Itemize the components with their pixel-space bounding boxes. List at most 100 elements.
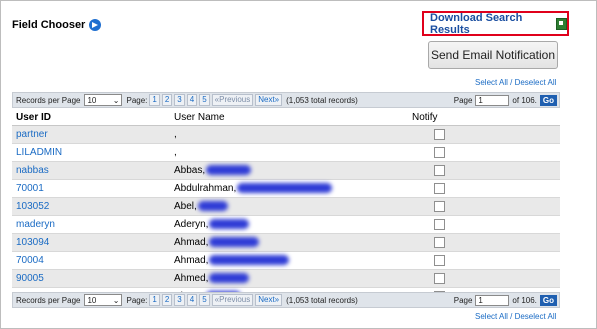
page-link-2[interactable]: 2 [161, 294, 173, 306]
select-all-link[interactable]: Select All [475, 78, 508, 87]
table-row: partner, [12, 125, 560, 144]
notify-cell [408, 197, 560, 216]
page-number-input[interactable]: 1 [475, 94, 510, 106]
page-link-2[interactable]: 2 [161, 94, 173, 106]
notify-cell [408, 269, 560, 288]
notify-checkbox[interactable] [433, 218, 445, 230]
column-user-name[interactable]: User Name [170, 110, 408, 126]
total-records: (1,053 total records) [286, 95, 358, 105]
user-name-text: Abdulrahman, [174, 183, 237, 194]
pager-top: Records per Page 10 ⌄ Page: 1 2 3 4 5 «P… [12, 92, 560, 108]
records-per-page-select[interactable]: 10 ⌄ [84, 94, 123, 106]
page-label: Page: [126, 295, 148, 305]
notify-cell [408, 143, 560, 162]
user-name-text: , [174, 129, 177, 140]
select-all-bottom: Select All / Deselect All [475, 312, 556, 321]
records-per-page-label: Records per Page [16, 295, 81, 305]
pager-bottom: Records per Page 10 ⌄ Page: 1 2 3 4 5 «P… [12, 292, 560, 308]
excel-icon[interactable] [556, 17, 567, 30]
user-id-link[interactable]: maderyn [12, 215, 170, 234]
next-link[interactable]: Next» [255, 294, 283, 306]
select-all-link[interactable]: Select All [475, 312, 508, 321]
column-user-id[interactable]: User ID [12, 110, 170, 126]
user-name-text: , [174, 147, 177, 158]
page-jump: Page 1 of 106. Go [453, 94, 559, 106]
page-link-5[interactable]: 5 [199, 294, 210, 306]
user-id-link[interactable]: 90005 [12, 269, 170, 288]
user-name-cell: Ahmad, [170, 251, 408, 270]
page-link-1[interactable]: 1 [149, 94, 160, 106]
field-chooser-label[interactable]: Field Chooser [12, 19, 85, 31]
notify-checkbox[interactable] [433, 254, 445, 266]
user-name-cell: , [170, 125, 408, 144]
go-button[interactable]: Go [539, 294, 557, 306]
user-name-cell: Abbas, [170, 161, 408, 180]
notify-cell [408, 125, 560, 144]
table-row: 70004 Ahmad, [12, 251, 560, 270]
notify-checkbox[interactable] [433, 200, 445, 212]
user-name-cell: Aderyn, [170, 215, 408, 234]
notify-checkbox[interactable] [433, 146, 445, 158]
notify-cell [408, 179, 560, 198]
user-id-link[interactable]: 103094 [12, 233, 170, 252]
notify-checkbox[interactable] [433, 182, 445, 194]
user-id-link[interactable]: partner [12, 125, 170, 144]
notify-checkbox[interactable] [433, 272, 445, 284]
chevron-down-icon: ⌄ [112, 295, 120, 305]
table-row: 103052 Abel, [12, 197, 560, 216]
page-link-4[interactable]: 4 [186, 94, 198, 106]
user-name-text: Ahmad, [174, 255, 209, 266]
records-per-page-value: 10 [87, 95, 97, 105]
page-link-4[interactable]: 4 [186, 294, 198, 306]
send-email-notification-button[interactable]: Send Email Notification [428, 41, 558, 69]
user-name-cell: , [170, 143, 408, 162]
download-search-results-link[interactable]: Download Search Results [430, 12, 551, 36]
next-link[interactable]: Next» [255, 94, 283, 106]
deselect-all-link[interactable]: Deselect All [515, 78, 557, 87]
user-name-text: Abel, [174, 201, 197, 212]
table-row: 70001 Abdulrahman, [12, 179, 560, 198]
previous-link[interactable]: «Previous [211, 94, 254, 106]
redaction-blur [206, 165, 252, 176]
user-id-link[interactable]: 70004 [12, 251, 170, 270]
deselect-all-link[interactable]: Deselect All [515, 312, 557, 321]
chevron-down-icon: ⌄ [112, 95, 120, 105]
go-button[interactable]: Go [539, 94, 557, 106]
user-name-cell: Ahmed, [170, 269, 408, 288]
redaction-blur [209, 219, 250, 230]
user-name-text: Ahmad, [174, 237, 209, 248]
table-row: 90005 Ahmed, [12, 269, 560, 288]
user-name-text: Abbas, [174, 165, 206, 176]
user-id-link[interactable]: 103052 [12, 197, 170, 216]
page-link-3[interactable]: 3 [174, 94, 185, 106]
page-link-5[interactable]: 5 [199, 94, 210, 106]
download-highlight-box: Download Search Results [422, 11, 569, 36]
page-link-1[interactable]: 1 [149, 294, 160, 306]
notify-checkbox[interactable] [433, 128, 445, 140]
redaction-blur [209, 273, 250, 284]
of-pages: of 106. [512, 295, 537, 305]
page-number-input[interactable]: 1 [475, 294, 510, 306]
notify-cell [408, 161, 560, 180]
page-input-label: Page [453, 95, 473, 105]
user-id-link[interactable]: LILADMIN [12, 143, 170, 162]
results-table: User ID User Name Notify partner, LILADMI… [12, 110, 560, 306]
page-link-3[interactable]: 3 [174, 294, 185, 306]
records-per-page-select[interactable]: 10 ⌄ [84, 294, 123, 306]
separator: / [507, 312, 515, 321]
notify-cell [408, 251, 560, 270]
notify-checkbox[interactable] [433, 236, 445, 248]
notify-checkbox[interactable] [433, 164, 445, 176]
previous-link[interactable]: «Previous [211, 294, 254, 306]
user-name-cell: Abel, [170, 197, 408, 216]
records-per-page-label: Records per Page [16, 95, 81, 105]
arrow-right-circle-icon[interactable] [89, 19, 102, 31]
redaction-blur [237, 183, 333, 194]
user-id-link[interactable]: nabbas [12, 161, 170, 180]
table-row: maderyn Aderyn, [12, 215, 560, 234]
notify-cell [408, 215, 560, 234]
total-records: (1,053 total records) [286, 295, 358, 305]
user-name-text: Aderyn, [174, 219, 209, 230]
user-id-link[interactable]: 70001 [12, 179, 170, 198]
field-chooser[interactable]: Field Chooser [12, 19, 102, 31]
